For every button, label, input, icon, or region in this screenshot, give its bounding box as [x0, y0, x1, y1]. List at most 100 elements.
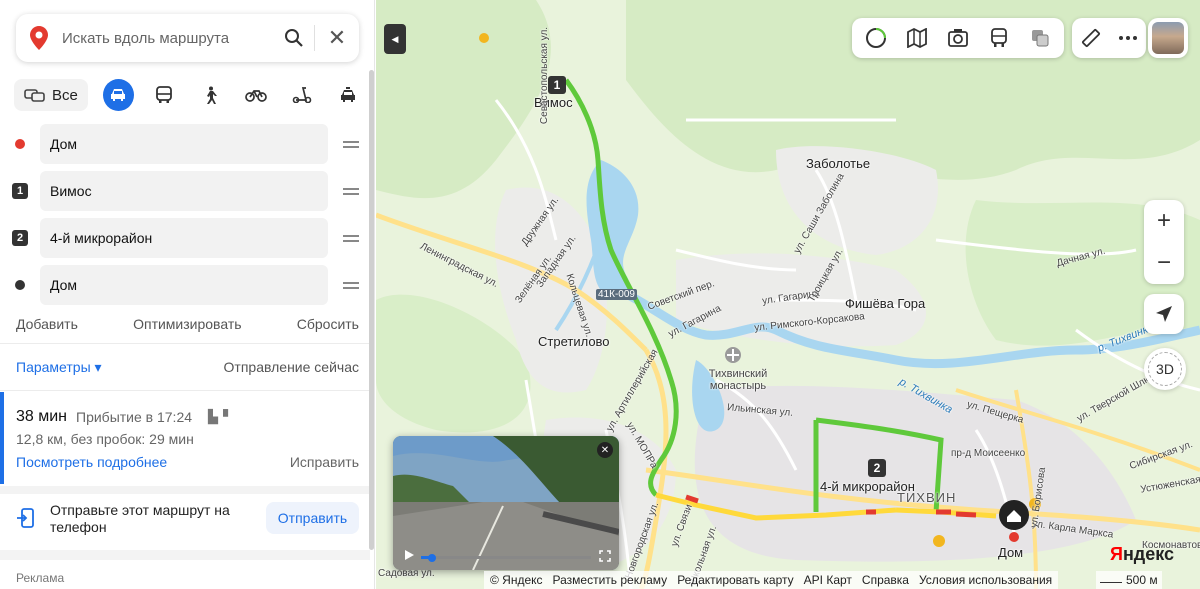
footer-link-api[interactable]: API Карт — [804, 573, 852, 587]
map-label-monastery: Тихвинский монастырь — [708, 368, 768, 392]
mode-bike-button[interactable] — [241, 79, 272, 111]
close-icon[interactable]: ✕ — [315, 14, 359, 62]
mode-all-label: Все — [52, 86, 78, 104]
waypoint-row-end: Дом — [0, 265, 374, 305]
search-icon[interactable] — [274, 14, 314, 62]
route-fix-link[interactable]: Исправить — [290, 454, 359, 470]
send-to-phone: Отправьте этот маршрут на телефон Отправ… — [0, 494, 370, 550]
map-toolbar — [852, 18, 1064, 58]
start-point-icon — [15, 139, 25, 149]
panorama-preview[interactable]: ✕ — [393, 436, 619, 570]
layers-map-icon[interactable] — [903, 24, 931, 52]
mode-car-button[interactable] — [102, 79, 134, 111]
map-area[interactable]: Вимос Заболотье Стретилово Фишёва Гора Т… — [376, 0, 1200, 589]
zoom-in-button[interactable]: + — [1144, 200, 1184, 242]
map-label-fisheva-gora: Фишёва Гора — [845, 296, 926, 311]
divider — [0, 343, 370, 344]
map-label-road-code: 41К-009 — [596, 289, 637, 300]
fullscreen-icon[interactable] — [599, 549, 611, 565]
route-details: 12,8 км, без пробок: 29 мин — [16, 431, 194, 447]
checkered-flag-icon: ▙▝ — [208, 409, 228, 424]
drag-handle-icon[interactable] — [328, 234, 374, 242]
phone-send-icon — [17, 508, 34, 528]
mode-scooter-button[interactable] — [287, 79, 318, 111]
route-duration: 38 мин — [16, 408, 68, 425]
map-label-home: Дом — [998, 545, 1024, 560]
footer-link-help[interactable]: Справка — [862, 573, 909, 587]
more-icon[interactable] — [1114, 24, 1142, 52]
end-point-icon — [15, 280, 25, 290]
taxi-icon — [341, 87, 356, 102]
traffic-icon[interactable] — [862, 24, 890, 52]
scale-label: 500 м — [1126, 573, 1158, 587]
search-input[interactable]: Искать вдоль маршрута — [62, 30, 274, 47]
mode-bus-button[interactable] — [149, 79, 180, 111]
waypoint-number-badge: 1 — [12, 183, 28, 199]
params-dropdown[interactable]: Параметры ▾ — [16, 359, 102, 376]
map-tools — [1072, 18, 1146, 58]
drag-handle-icon[interactable] — [328, 140, 374, 148]
send-to-phone-text: Отправьте этот маршрут на телефон — [50, 502, 230, 535]
zoom-controls: + − — [1144, 200, 1184, 284]
play-icon[interactable] — [403, 548, 415, 564]
drag-handle-icon[interactable] — [328, 187, 374, 195]
ads-label: Реклама — [16, 571, 65, 585]
waypoint-number-badge: 2 — [12, 230, 28, 246]
route-actions: Добавить Оптимизировать Сбросить — [16, 316, 359, 332]
footer-link-ads[interactable]: Разместить рекламу — [553, 573, 668, 587]
layers-icon[interactable] — [1026, 24, 1054, 52]
my-location-button[interactable] — [1144, 294, 1184, 334]
location-pin-icon — [16, 26, 62, 50]
close-icon[interactable]: ✕ — [597, 442, 613, 458]
user-avatar[interactable] — [1148, 18, 1188, 58]
route-badge-1[interactable]: 1 — [548, 76, 566, 94]
section-gap — [0, 486, 370, 494]
3d-label: 3D — [1148, 352, 1182, 386]
route-panel: Искать вдоль маршрута ✕ Все Дом 1 Вимос … — [0, 0, 375, 589]
scooter-icon — [293, 87, 312, 103]
map-label-zabolotye: Заболотье — [806, 156, 871, 171]
send-button[interactable]: Отправить — [266, 502, 359, 534]
panel-scrollbar[interactable] — [369, 70, 374, 550]
add-waypoint-link[interactable]: Добавить — [16, 316, 78, 332]
route-badge-2[interactable]: 2 — [868, 459, 886, 477]
car-icon — [111, 89, 126, 101]
map-label-moiseenko: пр-д Моисеенко — [951, 448, 1026, 459]
route-more-link[interactable]: Посмотреть подробнее — [16, 454, 167, 470]
3d-toggle-button[interactable]: 3D — [1144, 348, 1186, 390]
departure-time-link[interactable]: Отправление сейчас — [224, 359, 359, 376]
route-params-row: Параметры ▾ Отправление сейчас — [16, 359, 359, 376]
map-label-stretilovo: Стретилово — [538, 334, 610, 349]
footer-link-terms[interactable]: Условия использования — [919, 573, 1052, 587]
ruler-icon[interactable] — [1077, 24, 1105, 52]
transit-icon[interactable] — [985, 24, 1013, 52]
waypoint-field-start[interactable]: Дом — [40, 124, 328, 164]
waypoint-row-2: 2 4-й микрорайон — [0, 218, 374, 258]
divider — [0, 390, 370, 391]
panorama-progress-bar[interactable] — [421, 556, 591, 559]
bus-icon — [156, 86, 173, 103]
drag-handle-icon[interactable] — [328, 281, 374, 289]
navigation-arrow-icon — [1156, 306, 1172, 322]
waypoint-field-1[interactable]: Вимос — [40, 171, 328, 211]
map-scale: 500 м — [1096, 571, 1162, 589]
yandex-logo: Яндекс — [1110, 544, 1175, 564]
waypoint-field-end[interactable]: Дом — [40, 265, 328, 305]
panorama-icon[interactable] — [944, 24, 972, 52]
map-footer: © Яндекс Разместить рекламу Редактироват… — [484, 571, 1059, 589]
copyright-text: © Яндекс — [490, 573, 543, 587]
optimize-link[interactable]: Оптимизировать — [133, 316, 241, 332]
mode-walk-button[interactable] — [195, 79, 226, 111]
route-search-box[interactable]: Искать вдоль маршрута ✕ — [16, 14, 359, 62]
footer-link-edit-map[interactable]: Редактировать карту — [677, 573, 793, 587]
zoom-out-button[interactable]: − — [1144, 242, 1184, 284]
panorama-progress-knob[interactable] — [428, 554, 436, 562]
route-card[interactable]: 38 мин Прибытие в 17:24 ▙▝ 12,8 км, без … — [0, 392, 370, 484]
collapse-panel-button[interactable]: ◀ — [384, 24, 406, 54]
bicycle-icon — [245, 90, 268, 102]
reset-link[interactable]: Сбросить — [297, 316, 359, 332]
panorama-image — [393, 436, 619, 570]
mode-all-button[interactable]: Все — [14, 79, 88, 111]
waypoint-field-2[interactable]: 4-й микрорайон — [40, 218, 328, 258]
mode-taxi-button[interactable] — [333, 79, 364, 111]
